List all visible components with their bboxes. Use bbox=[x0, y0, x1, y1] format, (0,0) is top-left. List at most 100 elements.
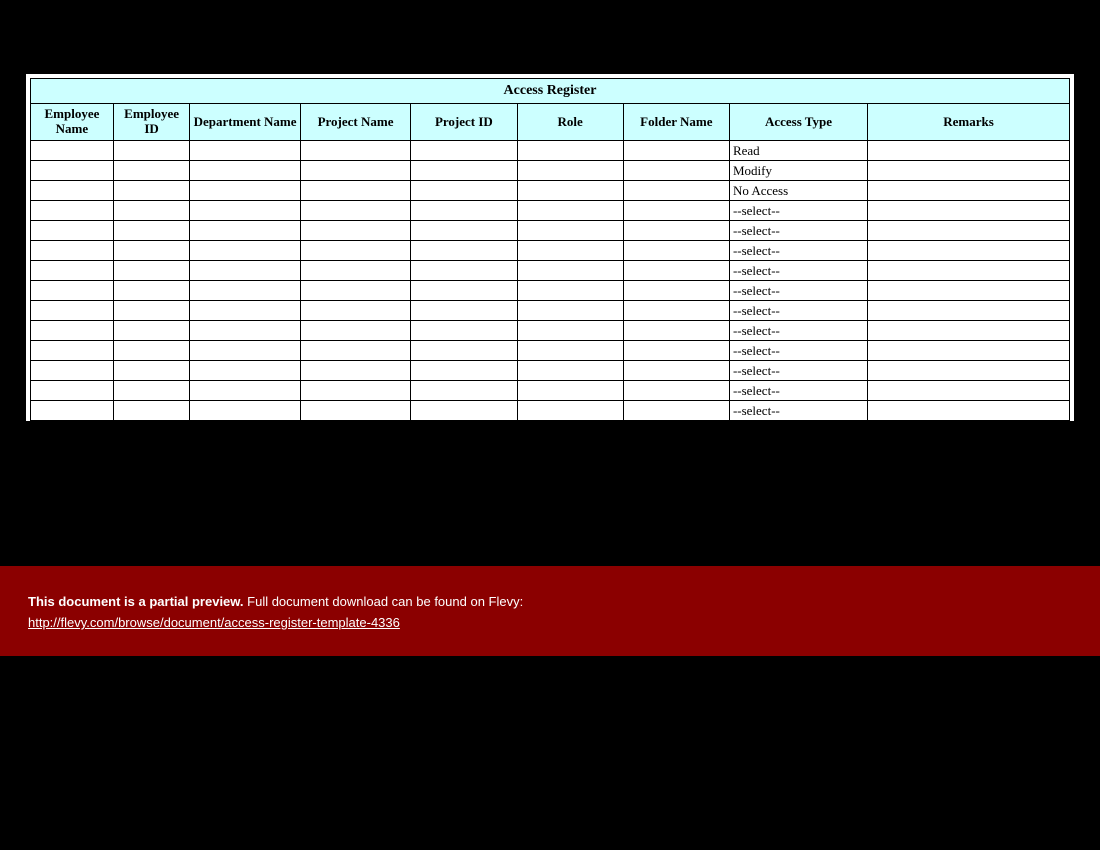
cell-employee-name[interactable] bbox=[31, 221, 114, 241]
cell-employee-name[interactable] bbox=[31, 161, 114, 181]
cell-employee-id[interactable] bbox=[113, 221, 189, 241]
cell-remarks[interactable] bbox=[868, 361, 1070, 381]
cell-remarks[interactable] bbox=[868, 381, 1070, 401]
cell-project-id[interactable] bbox=[411, 261, 517, 281]
cell-folder-name[interactable] bbox=[623, 181, 729, 201]
cell-project-name[interactable] bbox=[300, 141, 410, 161]
cell-employee-id[interactable] bbox=[113, 241, 189, 261]
cell-role[interactable] bbox=[517, 161, 623, 181]
cell-access-type[interactable]: --select-- bbox=[729, 281, 867, 301]
cell-employee-id[interactable] bbox=[113, 201, 189, 221]
cell-project-id[interactable] bbox=[411, 401, 517, 421]
cell-department-name[interactable] bbox=[190, 241, 300, 261]
cell-folder-name[interactable] bbox=[623, 161, 729, 181]
cell-folder-name[interactable] bbox=[623, 141, 729, 161]
cell-department-name[interactable] bbox=[190, 341, 300, 361]
cell-department-name[interactable] bbox=[190, 141, 300, 161]
cell-project-id[interactable] bbox=[411, 201, 517, 221]
cell-project-id[interactable] bbox=[411, 221, 517, 241]
cell-employee-name[interactable] bbox=[31, 301, 114, 321]
cell-access-type[interactable]: --select-- bbox=[729, 381, 867, 401]
cell-folder-name[interactable] bbox=[623, 361, 729, 381]
banner-link[interactable]: http://flevy.com/browse/document/access-… bbox=[28, 615, 400, 630]
cell-project-name[interactable] bbox=[300, 261, 410, 281]
cell-project-id[interactable] bbox=[411, 281, 517, 301]
cell-project-id[interactable] bbox=[411, 321, 517, 341]
cell-project-name[interactable] bbox=[300, 341, 410, 361]
cell-folder-name[interactable] bbox=[623, 401, 729, 421]
cell-remarks[interactable] bbox=[868, 281, 1070, 301]
cell-role[interactable] bbox=[517, 241, 623, 261]
cell-employee-id[interactable] bbox=[113, 141, 189, 161]
cell-project-name[interactable] bbox=[300, 361, 410, 381]
cell-access-type[interactable]: --select-- bbox=[729, 221, 867, 241]
cell-role[interactable] bbox=[517, 221, 623, 241]
cell-project-id[interactable] bbox=[411, 341, 517, 361]
cell-access-type[interactable]: Read bbox=[729, 141, 867, 161]
cell-role[interactable] bbox=[517, 281, 623, 301]
cell-department-name[interactable] bbox=[190, 161, 300, 181]
cell-remarks[interactable] bbox=[868, 221, 1070, 241]
cell-project-name[interactable] bbox=[300, 161, 410, 181]
cell-project-id[interactable] bbox=[411, 301, 517, 321]
cell-employee-id[interactable] bbox=[113, 181, 189, 201]
cell-remarks[interactable] bbox=[868, 141, 1070, 161]
cell-project-name[interactable] bbox=[300, 321, 410, 341]
cell-project-name[interactable] bbox=[300, 381, 410, 401]
cell-employee-id[interactable] bbox=[113, 381, 189, 401]
cell-project-name[interactable] bbox=[300, 281, 410, 301]
cell-department-name[interactable] bbox=[190, 221, 300, 241]
cell-role[interactable] bbox=[517, 401, 623, 421]
cell-remarks[interactable] bbox=[868, 321, 1070, 341]
cell-employee-id[interactable] bbox=[113, 401, 189, 421]
cell-project-id[interactable] bbox=[411, 161, 517, 181]
cell-employee-id[interactable] bbox=[113, 321, 189, 341]
cell-folder-name[interactable] bbox=[623, 201, 729, 221]
cell-employee-id[interactable] bbox=[113, 341, 189, 361]
cell-employee-name[interactable] bbox=[31, 201, 114, 221]
cell-department-name[interactable] bbox=[190, 401, 300, 421]
cell-project-name[interactable] bbox=[300, 301, 410, 321]
cell-remarks[interactable] bbox=[868, 261, 1070, 281]
cell-role[interactable] bbox=[517, 141, 623, 161]
cell-access-type[interactable]: --select-- bbox=[729, 341, 867, 361]
cell-remarks[interactable] bbox=[868, 301, 1070, 321]
cell-project-name[interactable] bbox=[300, 241, 410, 261]
cell-access-type[interactable]: No Access bbox=[729, 181, 867, 201]
cell-remarks[interactable] bbox=[868, 181, 1070, 201]
cell-role[interactable] bbox=[517, 181, 623, 201]
cell-employee-name[interactable] bbox=[31, 361, 114, 381]
cell-employee-id[interactable] bbox=[113, 161, 189, 181]
cell-department-name[interactable] bbox=[190, 301, 300, 321]
cell-folder-name[interactable] bbox=[623, 281, 729, 301]
cell-employee-name[interactable] bbox=[31, 281, 114, 301]
cell-role[interactable] bbox=[517, 341, 623, 361]
cell-role[interactable] bbox=[517, 321, 623, 341]
cell-remarks[interactable] bbox=[868, 241, 1070, 261]
cell-department-name[interactable] bbox=[190, 361, 300, 381]
cell-access-type[interactable]: --select-- bbox=[729, 361, 867, 381]
cell-role[interactable] bbox=[517, 201, 623, 221]
cell-department-name[interactable] bbox=[190, 201, 300, 221]
cell-employee-name[interactable] bbox=[31, 261, 114, 281]
cell-folder-name[interactable] bbox=[623, 241, 729, 261]
cell-access-type[interactable]: --select-- bbox=[729, 241, 867, 261]
cell-access-type[interactable]: --select-- bbox=[729, 321, 867, 341]
cell-employee-name[interactable] bbox=[31, 381, 114, 401]
cell-folder-name[interactable] bbox=[623, 261, 729, 281]
cell-project-id[interactable] bbox=[411, 381, 517, 401]
cell-employee-id[interactable] bbox=[113, 261, 189, 281]
cell-project-name[interactable] bbox=[300, 201, 410, 221]
cell-employee-name[interactable] bbox=[31, 341, 114, 361]
cell-employee-id[interactable] bbox=[113, 301, 189, 321]
cell-role[interactable] bbox=[517, 361, 623, 381]
cell-employee-name[interactable] bbox=[31, 241, 114, 261]
cell-role[interactable] bbox=[517, 301, 623, 321]
cell-role[interactable] bbox=[517, 381, 623, 401]
cell-access-type[interactable]: --select-- bbox=[729, 261, 867, 281]
cell-folder-name[interactable] bbox=[623, 321, 729, 341]
cell-project-id[interactable] bbox=[411, 361, 517, 381]
cell-folder-name[interactable] bbox=[623, 381, 729, 401]
cell-project-id[interactable] bbox=[411, 141, 517, 161]
cell-access-type[interactable]: --select-- bbox=[729, 401, 867, 421]
